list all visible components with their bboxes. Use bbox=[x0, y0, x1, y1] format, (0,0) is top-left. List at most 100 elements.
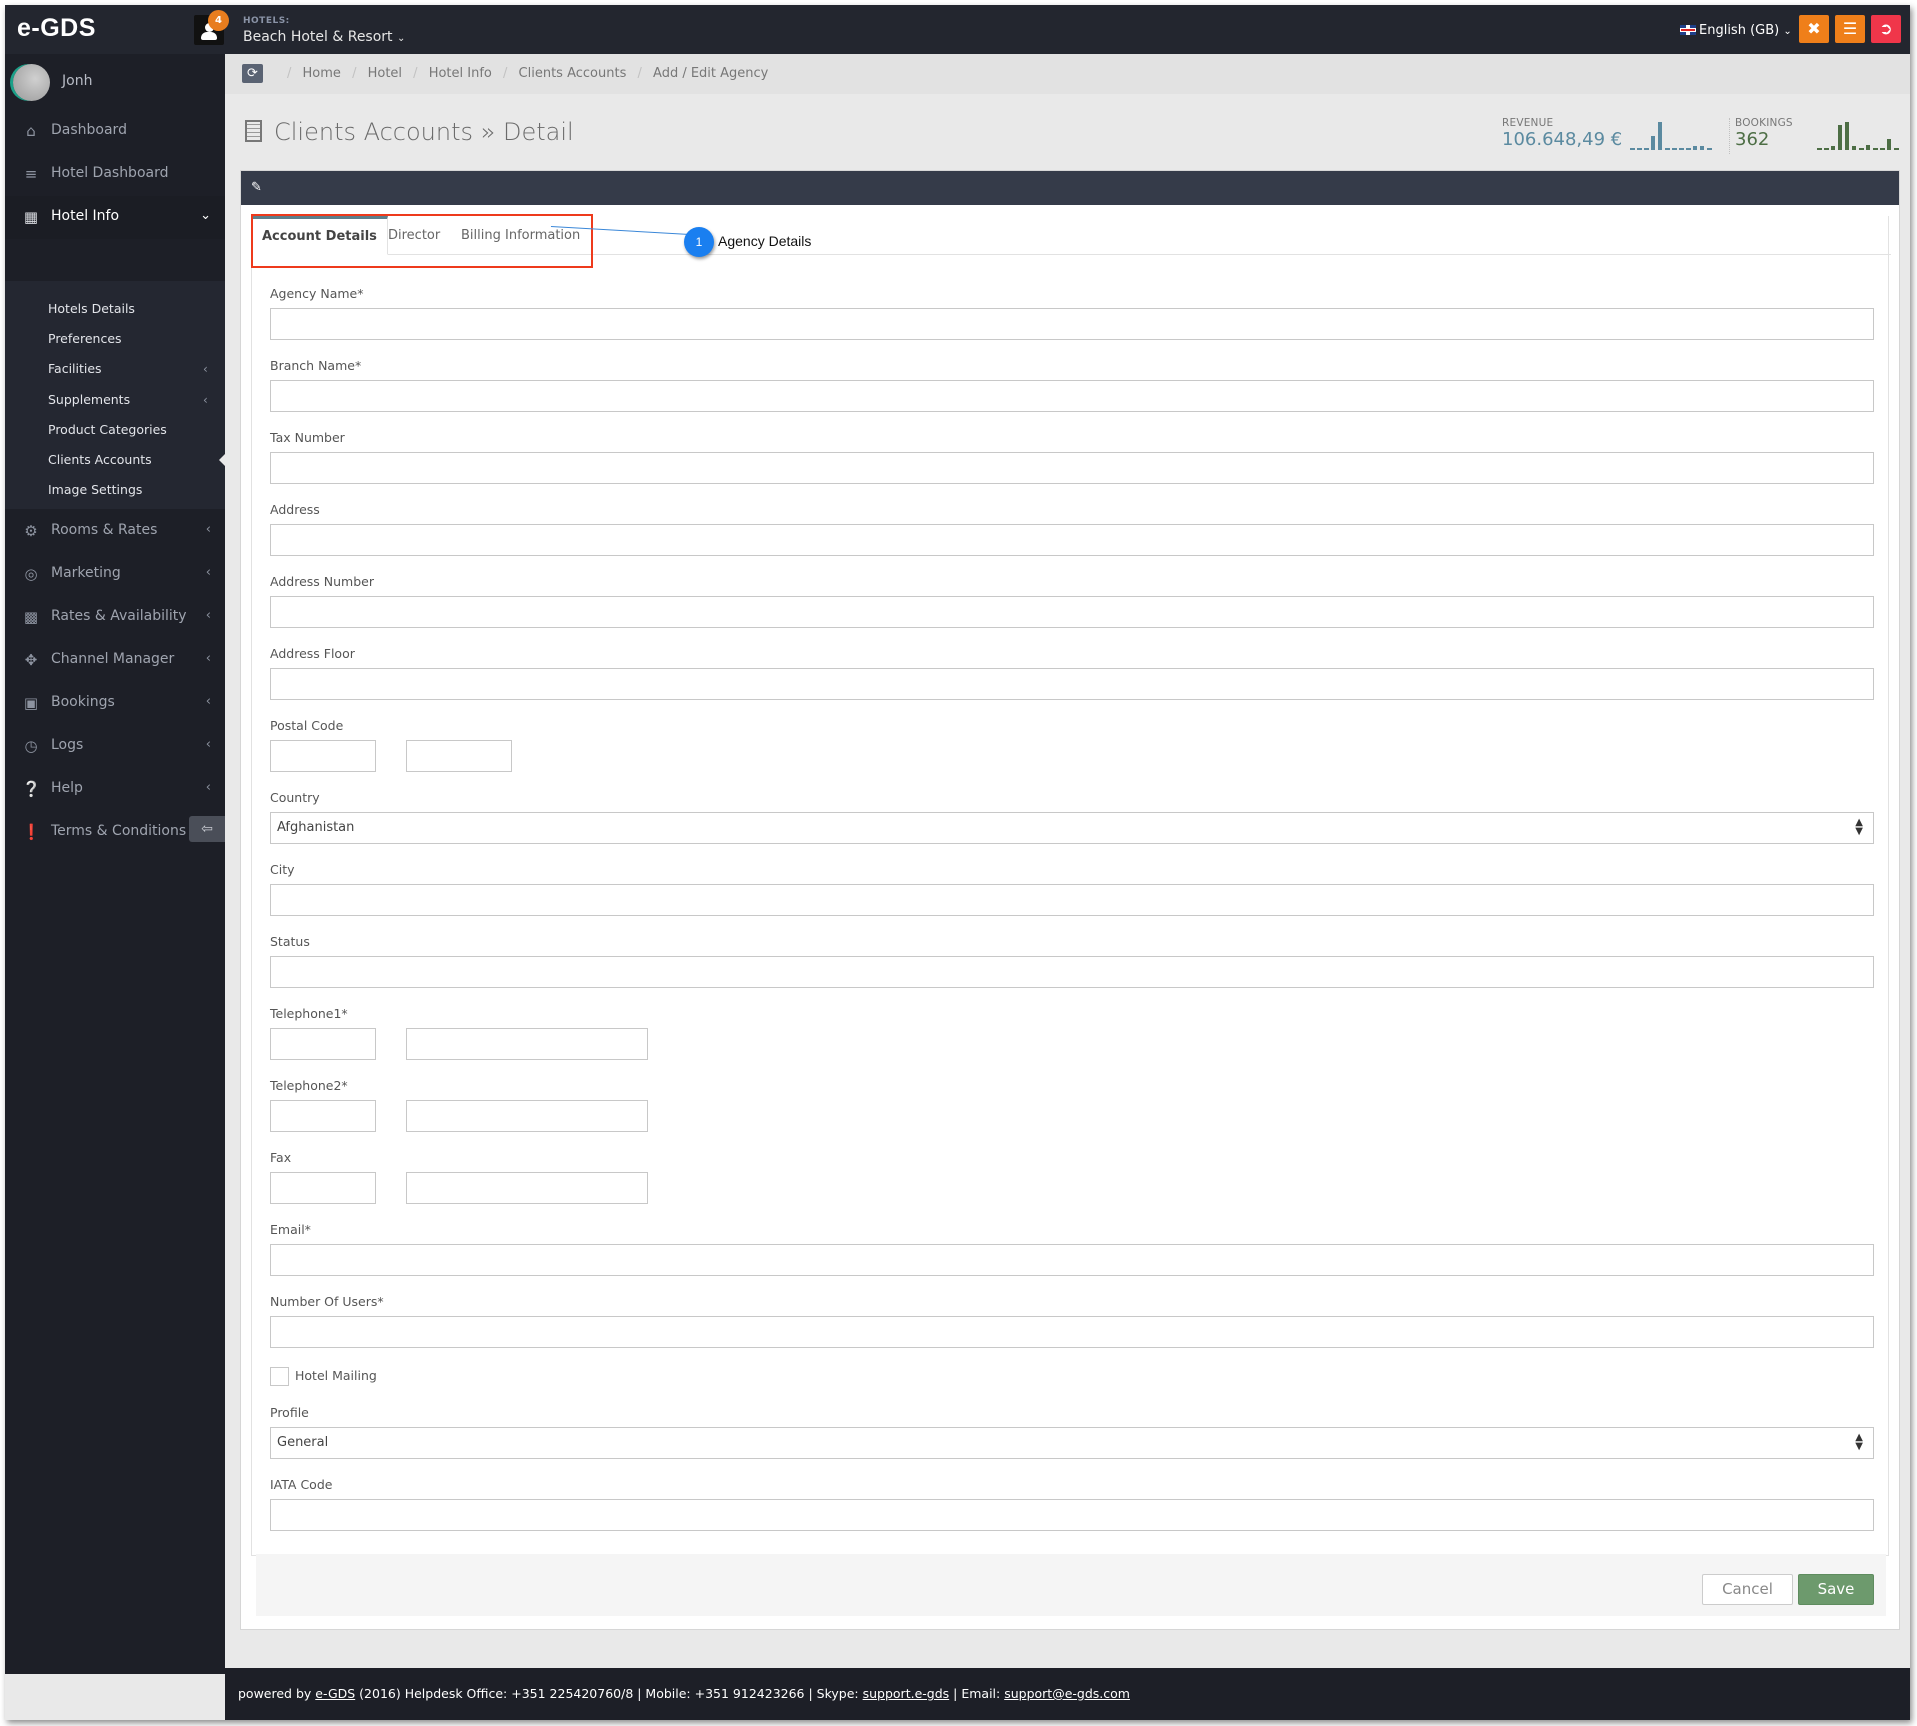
language-label: English (GB) bbox=[1699, 23, 1780, 38]
bars-icon: ☰ bbox=[1842, 19, 1858, 38]
fax-code-input[interactable] bbox=[270, 1172, 376, 1204]
refresh-icon: ⟳ bbox=[247, 66, 258, 81]
agency-name-input[interactable] bbox=[270, 308, 1874, 340]
address-input[interactable] bbox=[270, 524, 1874, 556]
app-window: e-GDS 4 HOTELS: Beach Hotel & Resort ⌄ E… bbox=[5, 5, 1910, 1720]
language-selector[interactable]: English (GB) ⌄ bbox=[1680, 23, 1792, 38]
chevron-down-icon: ⌄ bbox=[200, 208, 211, 223]
cogs-icon: ⚙ bbox=[24, 522, 38, 540]
sparkline-bar bbox=[1831, 146, 1835, 150]
submenu-item-product-categories[interactable]: Product Categories bbox=[48, 422, 167, 446]
telephone1-code-input[interactable] bbox=[270, 1028, 376, 1060]
submenu-item-image-settings[interactable]: Image Settings bbox=[48, 482, 142, 506]
sidebar-item-logs[interactable]: ◷ Logs ‹ bbox=[5, 725, 225, 768]
branch-name-label: Branch Name* bbox=[270, 358, 362, 373]
hotel-selector[interactable]: Beach Hotel & Resort ⌄ bbox=[243, 29, 405, 45]
sidebar-item-hotel-dashboard[interactable]: ≡ Hotel Dashboard bbox=[5, 153, 225, 196]
country-value: Afghanistan bbox=[277, 820, 355, 835]
sidebar-item-hotel-info[interactable]: ▦ Hotel Info ⌄ bbox=[5, 196, 225, 239]
postal-code-input-2[interactable] bbox=[406, 740, 512, 772]
sparkline-bar bbox=[1824, 148, 1829, 150]
sidebar: Jonh ⌂ Dashboard ≡ Hotel Dashboard ▦ Hot… bbox=[5, 54, 226, 1674]
telephone1-number-input[interactable] bbox=[406, 1028, 648, 1060]
address-floor-label: Address Floor bbox=[270, 646, 355, 661]
branch-name-input[interactable] bbox=[270, 380, 1874, 412]
number-of-users-label: Number Of Users* bbox=[270, 1294, 384, 1309]
hotel-info-submenu: Hotels Details Preferences Facilities ‹ … bbox=[5, 281, 225, 509]
sort-arrows-icon: ▲ ▼ bbox=[1855, 1432, 1863, 1452]
cancel-button[interactable]: Cancel bbox=[1702, 1574, 1793, 1605]
sidebar-item-marketing[interactable]: ◎ Marketing ‹ bbox=[5, 553, 225, 596]
sparkline-bar bbox=[1859, 148, 1864, 150]
sparkline-bar bbox=[1894, 148, 1899, 150]
sparkline-bar bbox=[1887, 139, 1891, 150]
sidebar-item-bookings[interactable]: ▣ Bookings ‹ bbox=[5, 682, 225, 725]
sidebar-item-help[interactable]: ❔ Help ‹ bbox=[5, 768, 225, 811]
hotel-mailing-checkbox[interactable] bbox=[270, 1367, 289, 1386]
sparkline-bar bbox=[1679, 148, 1684, 150]
sidebar-item-label: Marketing bbox=[51, 565, 121, 581]
logo[interactable]: e-GDS bbox=[17, 14, 96, 43]
status-input[interactable] bbox=[270, 956, 1874, 988]
shopping-cart-icon: ▣ bbox=[23, 694, 39, 712]
submenu-item-facilities[interactable]: Facilities bbox=[48, 361, 102, 385]
chevron-left-icon: ‹ bbox=[205, 608, 211, 623]
address-floor-input[interactable] bbox=[270, 668, 1874, 700]
breadcrumb-hotel-info[interactable]: Hotel Info bbox=[429, 66, 492, 81]
panel-header: ✎ bbox=[241, 171, 1899, 205]
menu-button[interactable]: ☰ bbox=[1835, 15, 1865, 43]
chevron-down-icon: ⌄ bbox=[1783, 26, 1792, 37]
address-number-input[interactable] bbox=[270, 596, 1874, 628]
save-button[interactable]: Save bbox=[1798, 1574, 1874, 1605]
sidebar-item-label: Terms & Conditions bbox=[51, 823, 187, 839]
fax-number-input[interactable] bbox=[406, 1172, 648, 1204]
footer-skype-link[interactable]: support.e-gds bbox=[863, 1686, 950, 1701]
breadcrumb-clients-accounts[interactable]: Clients Accounts bbox=[519, 66, 627, 81]
country-label: Country bbox=[270, 790, 320, 805]
postal-code-input-1[interactable] bbox=[270, 740, 376, 772]
number-of-users-input[interactable] bbox=[270, 1316, 1874, 1348]
bookings-stat: BOOKINGS 362 bbox=[1735, 117, 1793, 150]
tab-billing-information[interactable]: Billing Information bbox=[451, 216, 590, 255]
submenu-item-supplements[interactable]: Supplements bbox=[48, 392, 130, 416]
refresh-button[interactable]: ⟳ bbox=[242, 64, 263, 83]
email-label: Email* bbox=[270, 1222, 311, 1237]
sparkline-bar bbox=[1817, 148, 1822, 150]
tab-account-details[interactable]: Account Details bbox=[251, 216, 388, 255]
sparkline-bar bbox=[1693, 146, 1697, 150]
revenue-label: REVENUE bbox=[1502, 117, 1554, 129]
submenu-item-preferences[interactable]: Preferences bbox=[48, 331, 122, 355]
sparkline-bar bbox=[1707, 148, 1712, 150]
email-input[interactable] bbox=[270, 1244, 1874, 1276]
sidebar-item-channel-manager[interactable]: ✥ Channel Manager ‹ bbox=[5, 639, 225, 682]
footer-email-link[interactable]: support@e-gds.com bbox=[1004, 1686, 1130, 1701]
telephone2-number-input[interactable] bbox=[406, 1100, 648, 1132]
footer-brand-link[interactable]: e-GDS bbox=[315, 1686, 355, 1701]
submenu-item-clients-accounts[interactable]: Clients Accounts bbox=[48, 452, 152, 476]
sidebar-item-dashboard[interactable]: ⌂ Dashboard bbox=[5, 110, 225, 153]
status-label: Status bbox=[270, 934, 310, 949]
sparkline-bar bbox=[1665, 148, 1670, 150]
tax-number-input[interactable] bbox=[270, 452, 1874, 484]
home-icon: ⌂ bbox=[26, 122, 36, 140]
bar-chart-icon: ▩ bbox=[23, 608, 39, 626]
revenue-sparkline bbox=[1630, 120, 1715, 150]
logout-button[interactable]: ➲ bbox=[1871, 15, 1901, 43]
submenu-item-hotels-details[interactable]: Hotels Details bbox=[48, 301, 135, 325]
chevron-left-icon: ‹ bbox=[205, 565, 211, 580]
profile-select[interactable]: General ▲ ▼ bbox=[270, 1427, 1874, 1459]
iata-code-input[interactable] bbox=[270, 1499, 1874, 1531]
arrows-icon: ✥ bbox=[24, 651, 38, 669]
sidebar-item-label: Bookings bbox=[51, 694, 115, 710]
tab-director[interactable]: Director bbox=[378, 216, 450, 255]
sparkline-bar bbox=[1852, 146, 1856, 150]
sidebar-item-rooms-rates[interactable]: ⚙ Rooms & Rates ‹ bbox=[5, 510, 225, 553]
telephone2-code-input[interactable] bbox=[270, 1100, 376, 1132]
sidebar-collapse-button[interactable]: ⇦ bbox=[189, 816, 225, 842]
country-select[interactable]: Afghanistan ▲ ▼ bbox=[270, 812, 1874, 844]
fullscreen-button[interactable]: ✖ bbox=[1799, 15, 1829, 43]
city-input[interactable] bbox=[270, 884, 1874, 916]
sidebar-item-rates-availability[interactable]: ▩ Rates & Availability ‹ bbox=[5, 596, 225, 639]
breadcrumb-hotel[interactable]: Hotel bbox=[368, 66, 402, 81]
breadcrumb-home[interactable]: Home bbox=[303, 66, 341, 81]
